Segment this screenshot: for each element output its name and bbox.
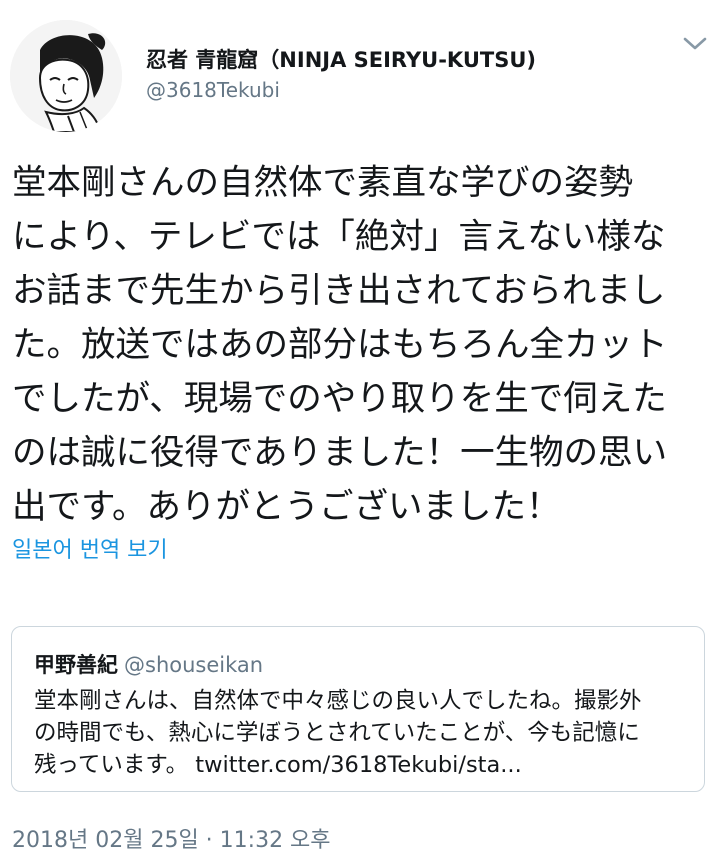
ninja-illustration-avatar-icon [10, 20, 122, 132]
tweet-timestamp[interactable]: 2018년 02월 25일 · 11:32 오후 [12, 822, 331, 854]
translate-tweet-link[interactable]: 일본어 번역 보기 [12, 532, 168, 564]
quoted-tweet-text: 堂本剛さんは、自然体で中々感じの良い人でしたね。撮影外 の時間でも、熱心に学ぼう… [34, 685, 694, 781]
quoted-tweet-header: 甲野善紀 @shouseikan [34, 649, 263, 679]
tweet-text-line: 出です。ありがとうございました！ [12, 487, 561, 527]
tweet-text-line: た。放送ではあの部分はもちろん全カット [12, 325, 668, 365]
quoted-tweet-text-line: の時間でも、熱心に学ぼうとされていたことが、今も記憶に [34, 720, 640, 746]
author-display-name[interactable]: 忍者 青龍窟（NINJA SEIRYU-KUTSU) [146, 44, 536, 74]
tweet-text-line: お話まで先生から引き出されておられまし [12, 271, 666, 311]
quoted-tweet-card[interactable]: 甲野善紀 @shouseikan 堂本剛さんは、自然体で中々感じの良い人でしたね。… [11, 626, 705, 792]
quoted-tweet-text-line: 堂本剛さんは、自然体で中々感じの良い人でしたね。撮影外 [34, 688, 642, 714]
chevron-down-icon[interactable] [682, 34, 708, 54]
author-handle[interactable]: @3618Tekubi [146, 78, 280, 102]
tweet-text-line: でしたが、現場でのやり取りを生で伺えた [12, 379, 667, 419]
author-avatar[interactable] [10, 20, 122, 132]
tweet-text: 堂本剛さんの自然体で素直な学びの姿勢 により、テレビでは「絶対」言えない様な お… [12, 156, 708, 534]
tweet-text-line: 堂本剛さんの自然体で素直な学びの姿勢 [12, 163, 633, 203]
quoted-author-handle: @shouseikan [124, 653, 264, 677]
quoted-tweet-text-line: 残っています。 twitter.com/3618Tekubi/sta... [34, 752, 522, 778]
tweet-text-line: により、テレビでは「絶対」言えない様な [12, 217, 666, 257]
tweet-text-line: のは誠に役得でありました！一生物の思い [12, 433, 668, 473]
quoted-author-name: 甲野善紀 [34, 653, 118, 677]
